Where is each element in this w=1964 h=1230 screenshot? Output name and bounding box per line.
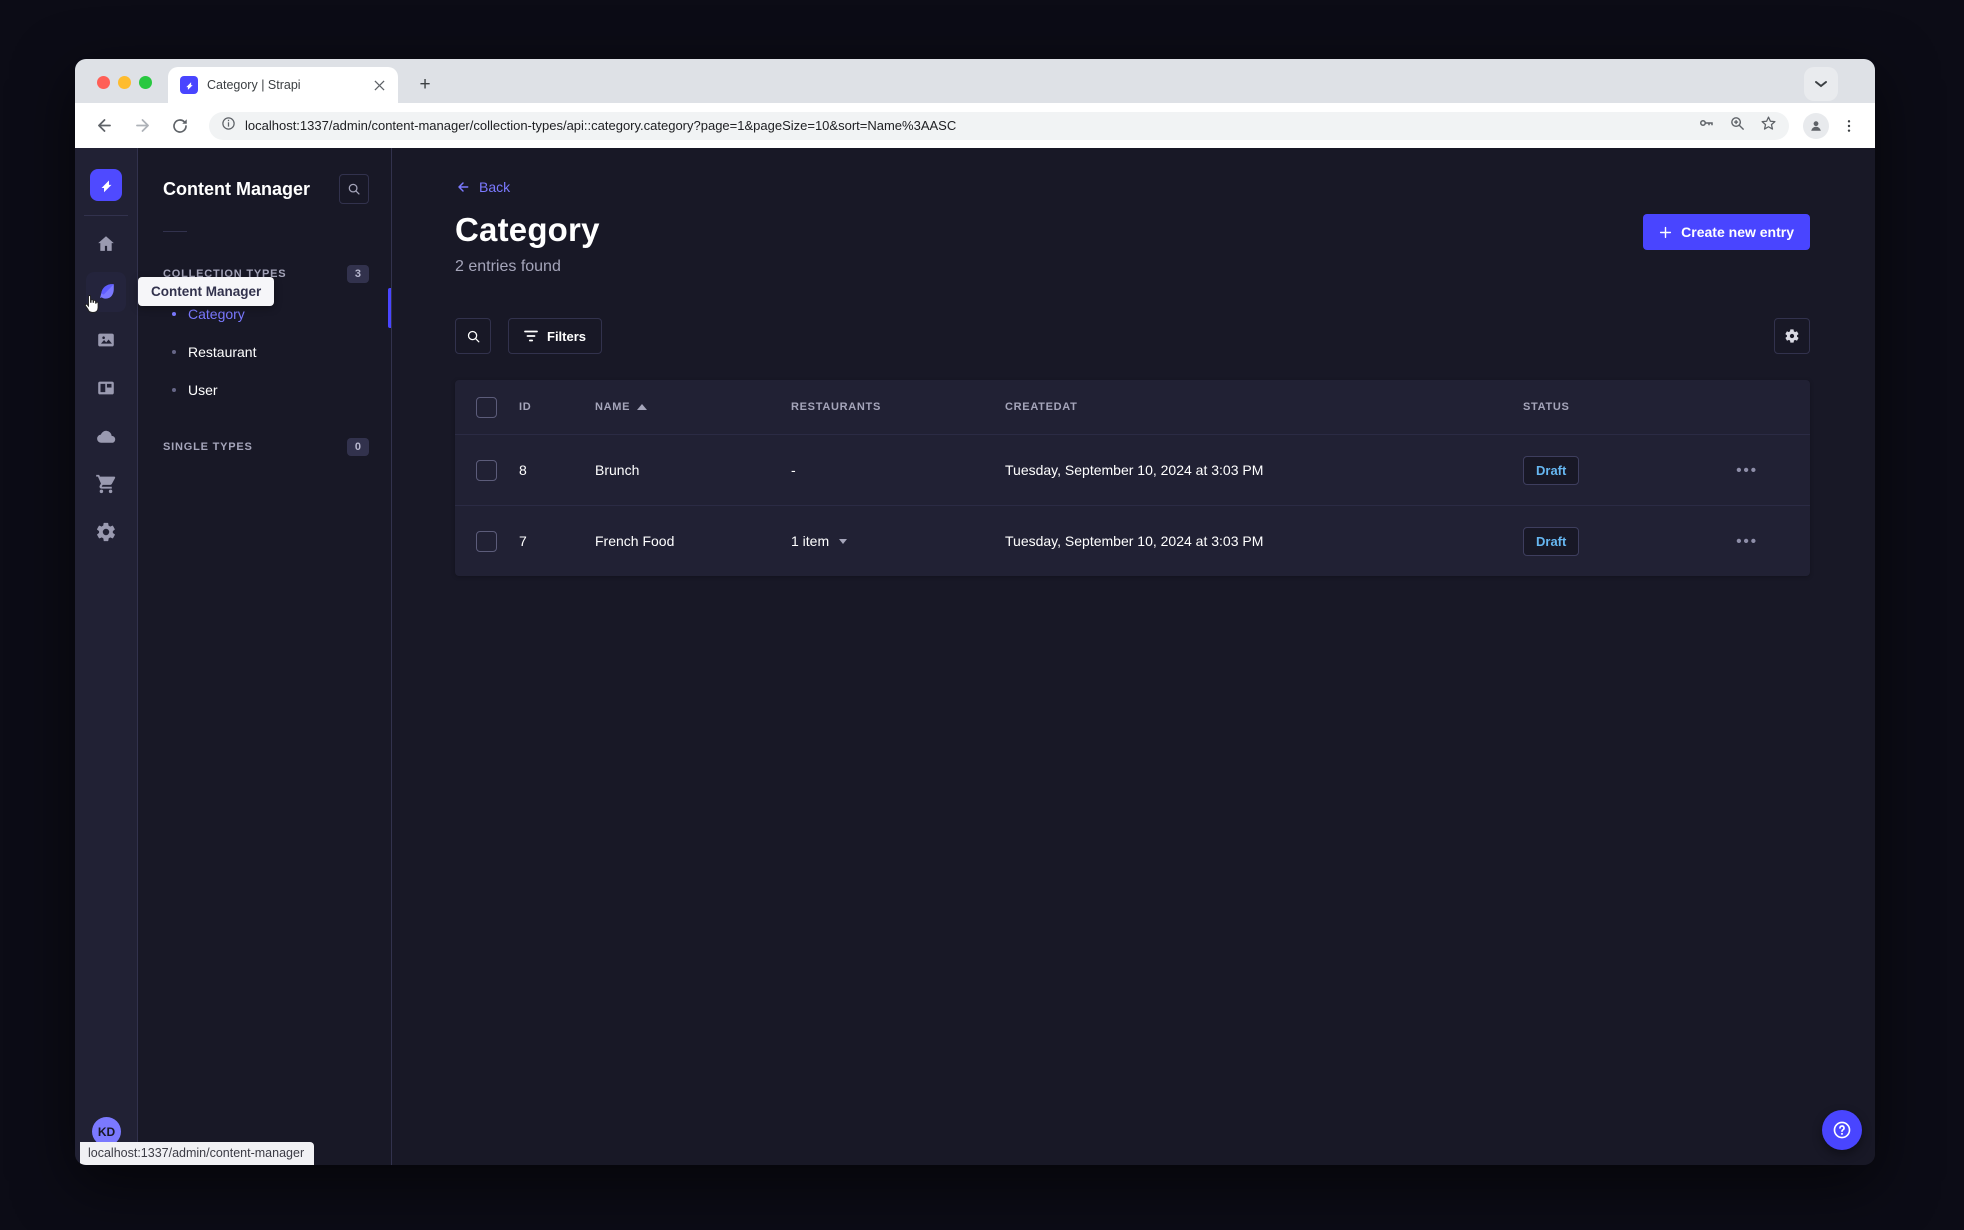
bullet-icon [172, 388, 176, 392]
subnav-item-restaurant[interactable]: Restaurant [138, 333, 391, 371]
cell-id: 8 [519, 462, 527, 478]
address-bar[interactable]: localhost:1337/admin/content-manager/col… [209, 111, 1789, 140]
tab-close-icon[interactable] [370, 76, 388, 94]
status-badge: Draft [1523, 455, 1580, 485]
collection-types-count-badge: 3 [346, 265, 369, 283]
tab-title: Category | Strapi [207, 78, 301, 92]
mouse-cursor-hand-icon [82, 293, 102, 320]
active-item-indicator [388, 288, 391, 328]
url-text[interactable]: localhost:1337/admin/content-manager/col… [245, 118, 1688, 133]
content-manager-tooltip: Content Manager [138, 277, 275, 306]
close-window-button[interactable] [97, 76, 110, 89]
plus-icon [1660, 226, 1672, 238]
section-label-single-types: SINGLE TYPES [163, 441, 253, 453]
table-row[interactable]: 8 Brunch - Tuesday, September 10, 2024 a… [455, 434, 1810, 505]
back-link[interactable]: Back [455, 179, 510, 195]
sidebar-item-deploy-cloud[interactable] [86, 416, 126, 456]
omnibox-actions [1697, 114, 1777, 137]
column-header-restaurants[interactable]: RESTAURANTS [791, 401, 1005, 413]
sidebar-item-home[interactable] [86, 224, 126, 264]
select-all-checkbox[interactable] [476, 396, 497, 418]
subnav-item-label: Category [188, 306, 245, 322]
subnav-item-label: Restaurant [188, 344, 257, 360]
sidebar-item-media-library[interactable] [86, 320, 126, 360]
entries-count: 2 entries found [455, 258, 561, 275]
entries-table: ID NAME RESTAURANTS CREATEDAT STATUS 8 B… [455, 380, 1810, 576]
browser-profile-avatar[interactable] [1803, 112, 1829, 139]
filter-icon [524, 330, 538, 342]
cell-name: French Food [595, 533, 675, 549]
column-header-name[interactable]: NAME [595, 401, 791, 413]
cell-createdat: Tuesday, September 10, 2024 at 3:03 PM [1005, 533, 1264, 549]
password-key-icon[interactable] [1697, 114, 1715, 137]
column-header-id[interactable]: ID [519, 401, 595, 413]
question-mark-icon [1833, 1121, 1851, 1139]
strapi-logo[interactable] [90, 169, 122, 201]
help-button[interactable] [1822, 1110, 1862, 1150]
sidebar-divider [84, 215, 128, 216]
zoom-icon[interactable] [1729, 115, 1746, 137]
row-actions-menu-icon[interactable]: ••• [1736, 533, 1810, 550]
forward-navigation-icon[interactable] [127, 111, 157, 141]
row-checkbox[interactable] [476, 459, 497, 481]
filters-button[interactable]: Filters [508, 318, 603, 354]
sidebar-item-settings[interactable] [86, 512, 126, 552]
back-arrow-icon [458, 182, 469, 192]
browser-window: Category | Strapi + localhost:1337/admin… [75, 59, 1875, 1165]
cell-createdat: Tuesday, September 10, 2024 at 3:03 PM [1005, 462, 1264, 478]
row-checkbox[interactable] [476, 530, 497, 552]
main-navigation-sidebar: KD [75, 148, 138, 1165]
bullet-icon [172, 350, 176, 354]
collection-types-list: Category Restaurant User [138, 295, 391, 409]
sort-ascending-icon [637, 404, 648, 410]
window-controls [97, 76, 152, 89]
cell-restaurants: - [791, 462, 796, 478]
table-settings-button[interactable] [1774, 318, 1810, 354]
browser-menu-icon[interactable] [1837, 114, 1861, 138]
row-actions-menu-icon[interactable]: ••• [1736, 462, 1810, 479]
back-navigation-icon[interactable] [89, 111, 119, 141]
sidebar-item-content-manager[interactable] [84, 272, 126, 313]
minimize-window-button[interactable] [118, 76, 131, 89]
subnav-item-label: User [188, 382, 218, 398]
tab-search-button[interactable] [1804, 67, 1838, 101]
table-row[interactable]: 7 French Food 1 item Tuesday, September … [455, 505, 1810, 576]
subnav-title: Content Manager [163, 178, 311, 199]
single-types-count-badge: 0 [346, 438, 369, 456]
sidebar-item-marketplace[interactable] [86, 464, 126, 504]
site-info-icon[interactable] [221, 116, 236, 136]
bullet-icon [172, 312, 176, 316]
strapi-app: KD Content Manager COLLECTION TYPES 3 Ca… [75, 148, 1875, 1165]
bookmark-star-icon[interactable] [1760, 115, 1777, 137]
main-content: Back Category 2 entries found Create new… [392, 148, 1875, 1165]
column-header-status[interactable]: STATUS [1523, 401, 1719, 413]
page-title: Category [455, 211, 600, 248]
maximize-window-button[interactable] [139, 76, 152, 89]
column-header-createdat[interactable]: CREATEDAT [1005, 401, 1523, 413]
browser-tab[interactable]: Category | Strapi [168, 67, 398, 103]
create-new-entry-button[interactable]: Create new entry [1643, 214, 1810, 250]
chevron-down-icon [839, 538, 848, 544]
subnav-divider [163, 231, 187, 232]
new-tab-button[interactable]: + [411, 71, 439, 99]
table-search-button[interactable] [455, 318, 491, 354]
cell-name: Brunch [595, 462, 640, 478]
cell-restaurants[interactable]: 1 item [791, 533, 1005, 549]
strapi-favicon [180, 76, 198, 94]
status-badge: Draft [1523, 526, 1580, 556]
cell-id: 7 [519, 533, 527, 549]
table-header-row: ID NAME RESTAURANTS CREATEDAT STATUS [455, 380, 1810, 434]
tab-strip: Category | Strapi + [75, 59, 1875, 103]
browser-toolbar: localhost:1337/admin/content-manager/col… [75, 103, 1875, 148]
subnav-item-user[interactable]: User [138, 371, 391, 409]
sidebar-item-content-type-builder[interactable] [86, 368, 126, 408]
subnav-search-button[interactable] [339, 174, 369, 204]
reload-icon[interactable] [165, 111, 195, 141]
link-preview-status-bar: localhost:1337/admin/content-manager [80, 1142, 315, 1165]
